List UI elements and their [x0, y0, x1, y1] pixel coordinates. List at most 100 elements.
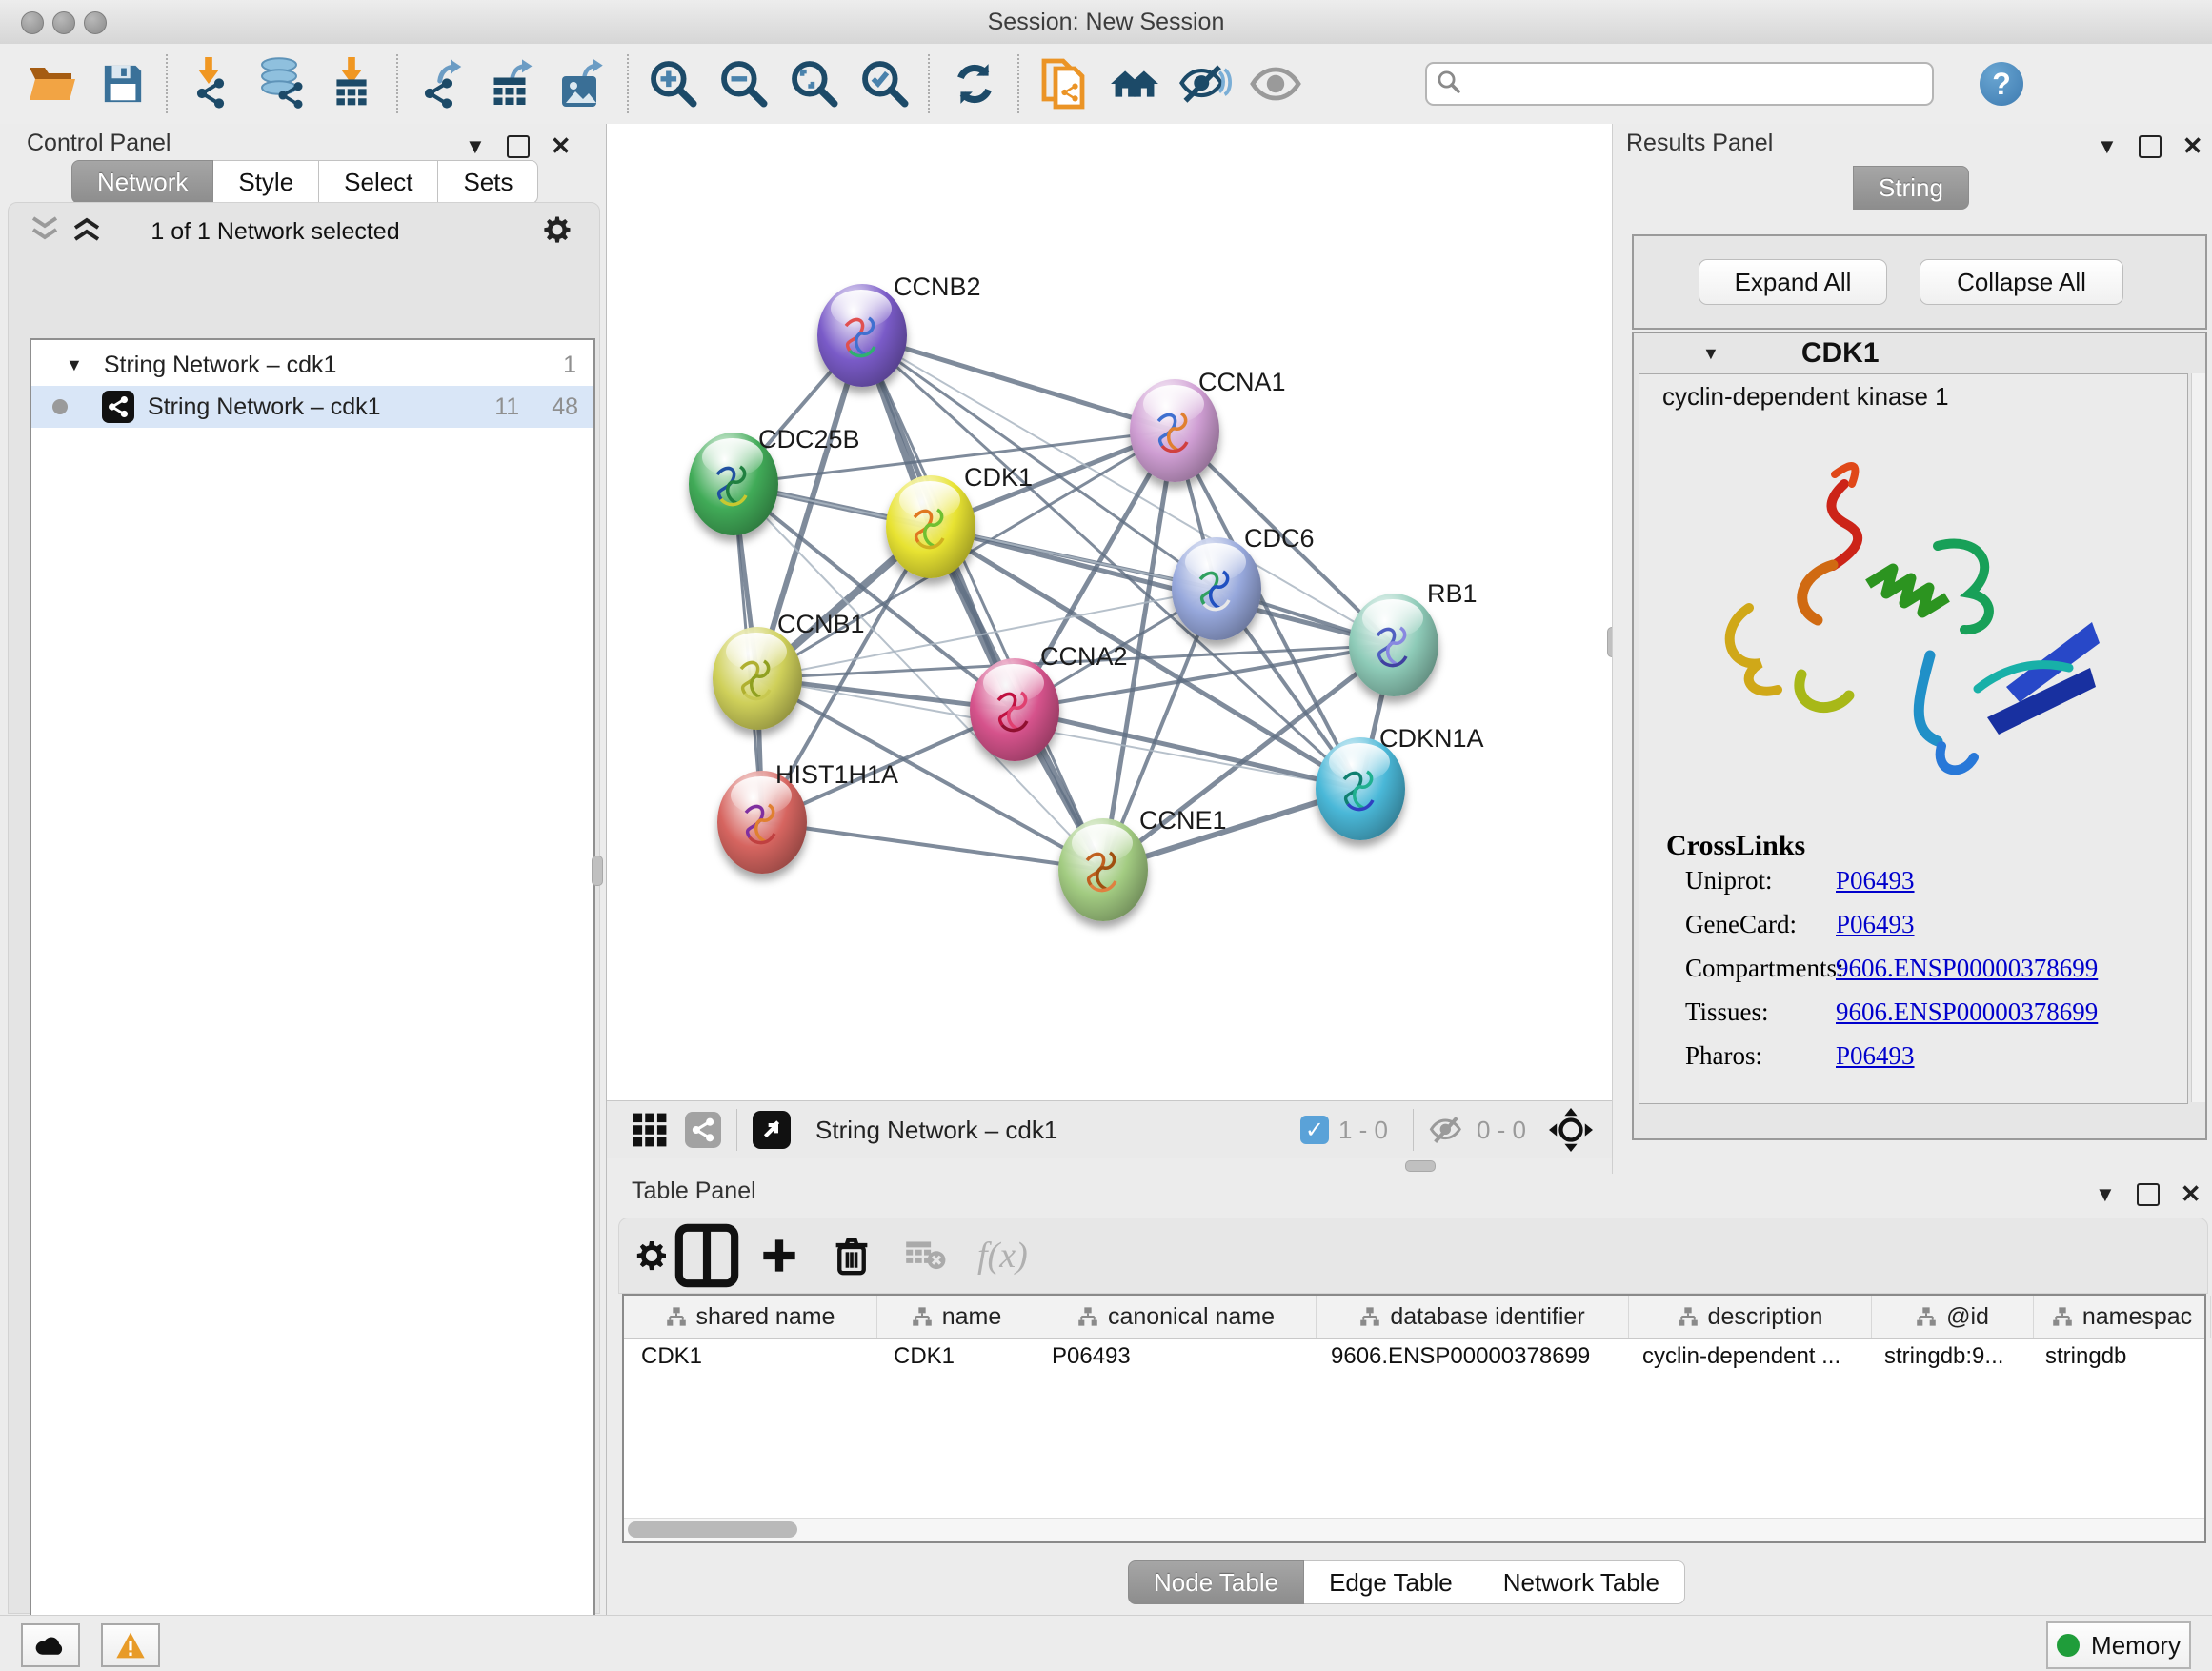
column-header-databaseidentifier[interactable]: database identifier — [1317, 1296, 1629, 1338]
network-collection-row[interactable]: ▼ String Network – cdk1 1 — [31, 344, 593, 386]
network-edge-CCNA2-CDKN1A[interactable] — [1015, 710, 1360, 789]
tab-edge-table[interactable]: Edge Table — [1304, 1560, 1478, 1604]
network-edge-CCNB2-CCNA1[interactable] — [862, 335, 1175, 431]
node-structure-thumbnail — [1368, 618, 1419, 677]
float-panel-icon[interactable] — [507, 135, 530, 158]
import-table-file-button[interactable] — [318, 50, 389, 117]
close-panel-icon[interactable]: ✕ — [2181, 1179, 2202, 1209]
tab-select[interactable]: Select — [319, 160, 438, 204]
detach-view-icon[interactable] — [753, 1111, 791, 1149]
expand-all-button[interactable]: Expand All — [1699, 259, 1887, 305]
delete-column-trash-icon[interactable] — [833, 1235, 871, 1277]
refresh-view-button[interactable] — [939, 50, 1010, 117]
table-cell[interactable]: 9606.ENSP00000378699 — [1314, 1338, 1625, 1376]
network-canvas[interactable]: CCNB2CCNA1CDC25BCDK1CDC6RB1CCNB1CCNA2CDK… — [607, 124, 1612, 1100]
float-panel-icon[interactable] — [2137, 1183, 2160, 1206]
import-table-icon — [329, 57, 378, 111]
crosslink-value-link[interactable]: 9606.ENSP00000378699 — [1836, 997, 2098, 1027]
network-node-CCNA2[interactable] — [970, 658, 1059, 761]
collection-expander-icon[interactable]: ▼ — [66, 355, 83, 375]
grid-view-icon[interactable] — [632, 1112, 668, 1148]
table-cell[interactable]: CDK1 — [876, 1338, 1035, 1376]
crosslink-value-link[interactable]: P06493 — [1836, 1041, 1915, 1071]
left-splitter-handle[interactable] — [592, 856, 603, 886]
close-panel-icon[interactable]: ✕ — [551, 131, 572, 161]
cloud-status-button[interactable] — [21, 1623, 80, 1667]
zoom-selected-button[interactable] — [850, 50, 920, 117]
export-image-button[interactable] — [549, 50, 619, 117]
tab-network-table[interactable]: Network Table — [1478, 1560, 1685, 1604]
column-tree-icon — [1678, 1307, 1699, 1326]
network-edge-CDK1-RB1[interactable] — [931, 527, 1394, 645]
collapse-panel-icon[interactable]: ▼ — [2097, 136, 2118, 157]
crosslink-row: GeneCard:P06493 — [1685, 910, 2181, 939]
hide-selected-button[interactable] — [1170, 50, 1240, 117]
network-node-CCNE1[interactable] — [1058, 818, 1148, 921]
table-options-gear-icon[interactable] — [633, 1222, 671, 1289]
float-panel-icon[interactable] — [2139, 135, 2162, 158]
column-header-sharedname[interactable]: shared name — [624, 1296, 877, 1338]
tab-string[interactable]: String — [1853, 166, 1969, 210]
table-cell[interactable]: P06493 — [1035, 1338, 1314, 1376]
collapse-panel-icon[interactable]: ▼ — [2095, 1184, 2116, 1205]
open-session-button[interactable] — [17, 50, 88, 117]
tab-sets[interactable]: Sets — [438, 160, 538, 204]
crosslink-row: Tissues:9606.ENSP00000378699 — [1685, 997, 2181, 1027]
column-header-name[interactable]: name — [877, 1296, 1036, 1338]
network-options-gear-icon[interactable] — [540, 212, 574, 247]
table-cell[interactable]: stringdb — [2028, 1338, 2204, 1376]
column-header-canonicalname[interactable]: canonical name — [1036, 1296, 1317, 1338]
show-all-button[interactable] — [1240, 50, 1311, 117]
selected-checkbox-icon[interactable]: ✓ — [1300, 1116, 1329, 1144]
gene-box-scrollbar[interactable] — [2191, 373, 2205, 1102]
column-label: database identifier — [1390, 1303, 1584, 1331]
table-cell[interactable]: stringdb:9... — [1867, 1338, 2028, 1376]
zoom-in-button[interactable] — [638, 50, 709, 117]
crosslink-value-link[interactable]: P06493 — [1836, 910, 1915, 939]
close-panel-icon[interactable]: ✕ — [2182, 131, 2203, 161]
zoom-fit-button[interactable] — [779, 50, 850, 117]
first-neighbors-button[interactable] — [1099, 50, 1170, 117]
scrollbar-thumb[interactable] — [628, 1521, 797, 1538]
share-view-icon[interactable] — [685, 1112, 721, 1148]
gene-header[interactable]: ▼ CDK1 — [1634, 333, 2205, 373]
tab-node-table[interactable]: Node Table — [1128, 1560, 1304, 1604]
save-session-button[interactable] — [88, 50, 158, 117]
table-cell[interactable]: CDK1 — [624, 1338, 876, 1376]
import-network-database-button[interactable] — [248, 50, 318, 117]
footer-separator — [736, 1109, 737, 1151]
gene-expander-icon[interactable]: ▼ — [1702, 344, 1719, 364]
export-network-button[interactable] — [408, 50, 478, 117]
export-table-button[interactable] — [478, 50, 549, 117]
search-input[interactable] — [1425, 62, 1934, 106]
zoom-out-button[interactable] — [709, 50, 779, 117]
network-node-CDK1[interactable] — [886, 475, 975, 578]
table-row[interactable]: CDK1CDK1P064939606.ENSP00000378699cyclin… — [624, 1338, 2204, 1376]
table-cell[interactable]: cyclin-dependent ... — [1625, 1338, 1867, 1376]
network-node-RB1[interactable] — [1349, 594, 1438, 696]
column-header-description[interactable]: description — [1629, 1296, 1872, 1338]
column-header-id[interactable]: @id — [1872, 1296, 2034, 1338]
collapse-all-button[interactable]: Collapse All — [1920, 259, 2123, 305]
show-columns-icon[interactable] — [671, 1222, 743, 1289]
clone-network-button[interactable] — [1029, 50, 1099, 117]
network-node-CCNB1[interactable] — [713, 627, 802, 730]
import-network-file-button[interactable] — [177, 50, 248, 117]
help-button[interactable]: ? — [1980, 62, 2023, 106]
collapse-panel-icon[interactable]: ▼ — [465, 136, 486, 157]
crosslink-value-link[interactable]: P06493 — [1836, 866, 1915, 896]
tab-network[interactable]: Network — [71, 160, 213, 204]
results-panel: Results Panel ▼ ✕ String Expand All Coll… — [1612, 124, 2212, 1174]
network-row-selected[interactable]: String Network – cdk1 11 48 — [31, 386, 593, 428]
network-edge-HIST1H1A-CCNE1[interactable] — [762, 822, 1103, 870]
network-tree: ▼ String Network – cdk1 1 String Network… — [30, 338, 595, 1670]
warnings-button[interactable] — [101, 1623, 160, 1667]
tab-style[interactable]: Style — [213, 160, 319, 204]
column-header-namespac[interactable]: namespac — [2034, 1296, 2211, 1338]
bottom-splitter-handle[interactable] — [1405, 1160, 1436, 1172]
crosslink-value-link[interactable]: 9606.ENSP00000378699 — [1836, 954, 2098, 983]
create-column-plus-icon[interactable] — [760, 1237, 798, 1275]
birdseye-view-icon[interactable] — [1549, 1108, 1593, 1152]
toolbar-separator — [627, 54, 631, 113]
memory-button[interactable]: Memory — [2046, 1621, 2191, 1669]
